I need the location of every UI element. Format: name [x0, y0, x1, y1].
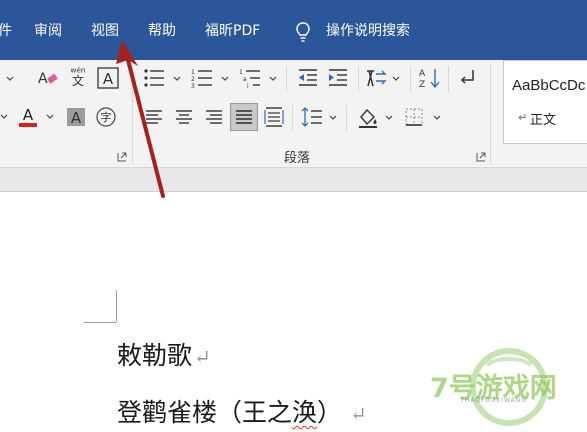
svg-text:A: A: [419, 69, 426, 79]
shading-bucket-icon[interactable]: [356, 105, 380, 129]
svg-text:1: 1: [191, 69, 195, 76]
numbering-icon[interactable]: 123: [190, 66, 214, 90]
chevron-down-icon[interactable]: [269, 75, 277, 83]
chevron-down-icon[interactable]: [221, 75, 229, 83]
align-left-icon[interactable]: [142, 105, 166, 129]
phonetic-guide-icon[interactable]: wén 文: [66, 64, 90, 88]
borders-icon[interactable]: [402, 105, 426, 129]
paragraph-mark: ↵: [194, 345, 211, 369]
dialog-launcher-icon[interactable]: [476, 152, 486, 162]
font-color-glyph: A: [23, 106, 34, 124]
chinese-layout-icon[interactable]: [364, 66, 388, 90]
chevron-down-icon[interactable]: [6, 75, 14, 83]
chevron-down-icon[interactable]: [385, 114, 393, 122]
separator: [358, 66, 359, 92]
font-color-icon[interactable]: A: [16, 105, 40, 129]
lightbulb-icon[interactable]: [294, 21, 312, 43]
line-text: 登鹳雀楼（王之: [117, 398, 293, 427]
align-right-icon[interactable]: [202, 105, 226, 129]
sort-icon[interactable]: AZ: [418, 66, 442, 90]
svg-text:Z: Z: [419, 80, 425, 90]
pinyin-base: 文: [72, 73, 84, 88]
clear-formatting-icon[interactable]: A: [36, 66, 60, 90]
menu-tab-foxit-pdf[interactable]: 福昕PDF: [205, 22, 260, 40]
menu-tab-review[interactable]: 审阅: [34, 22, 62, 40]
separator: [410, 66, 411, 92]
dialog-launcher-icon[interactable]: [117, 152, 127, 162]
margin-corner-mark: [84, 322, 116, 323]
separator: [292, 105, 293, 131]
separator: [448, 66, 449, 92]
chevron-down-icon[interactable]: [329, 114, 337, 122]
spelling-error-text: 涣: [292, 398, 318, 427]
group-separator: [132, 64, 133, 164]
menu-tab-help[interactable]: 帮助: [148, 22, 176, 40]
distributed-icon[interactable]: [262, 105, 286, 129]
margin-corner-mark: [116, 290, 117, 322]
svg-text:A: A: [38, 71, 48, 87]
svg-text:1: 1: [239, 69, 243, 76]
enclose-characters-icon[interactable]: 字: [94, 105, 118, 129]
line-text: ）: [317, 398, 343, 427]
menu-tab-partial[interactable]: 件: [0, 22, 12, 40]
separator: [346, 105, 347, 131]
shading-glyph: A: [71, 109, 82, 127]
decrease-indent-icon[interactable]: [296, 66, 320, 90]
enclose-glyph: 字: [101, 110, 112, 124]
style-normal[interactable]: AaBbCcDc ↵ 正文: [503, 60, 587, 144]
chevron-down-icon[interactable]: [173, 75, 181, 83]
ruler-area: [0, 168, 587, 192]
increase-indent-icon[interactable]: [326, 66, 350, 90]
paragraph-group-label: 段落: [284, 151, 311, 166]
tell-me-search[interactable]: 操作说明搜索: [326, 22, 410, 40]
character-shading-icon[interactable]: A: [64, 105, 88, 129]
svg-text:i: i: [247, 83, 249, 90]
watermark-subtext: 7HAOYOUXIWANG: [460, 397, 527, 404]
svg-text:a: a: [243, 76, 247, 83]
style-sample-text: AaBbCcDc: [512, 77, 586, 94]
chevron-down-icon[interactable]: [392, 75, 400, 83]
style-name: 正文: [530, 113, 557, 128]
align-center-icon[interactable]: [172, 105, 196, 129]
document-line-poem[interactable]: 登鹳雀楼（王之涣） ↵: [117, 393, 367, 429]
style-paragraph-mark: ↵: [518, 111, 528, 124]
multilevel-list-icon[interactable]: 1ai: [238, 66, 262, 90]
show-formatting-marks-icon[interactable]: [455, 66, 479, 90]
character-border-icon[interactable]: A: [96, 66, 120, 90]
chevron-down-icon[interactable]: [0, 113, 8, 121]
justify-icon[interactable]: [230, 103, 258, 131]
svg-text:2: 2: [191, 76, 195, 83]
paragraph-mark: ↵: [350, 402, 367, 426]
separator: [286, 66, 287, 92]
menu-bar: 件 审阅 视图 帮助 福昕PDF 操作说明搜索: [0, 0, 587, 60]
group-separator: [490, 64, 491, 164]
chevron-down-icon[interactable]: [46, 113, 54, 121]
menu-tab-view[interactable]: 视图: [91, 22, 119, 40]
document-line-title[interactable]: 敕勒歌 ↵: [117, 336, 211, 372]
pinyin-text: wén: [70, 65, 86, 74]
bullets-icon[interactable]: [142, 66, 166, 90]
chevron-down-icon[interactable]: [433, 114, 441, 122]
svg-text:3: 3: [191, 83, 195, 90]
char-border-glyph: A: [103, 70, 114, 88]
line-spacing-icon[interactable]: [300, 105, 324, 129]
line-text: 敕勒歌: [117, 341, 193, 370]
